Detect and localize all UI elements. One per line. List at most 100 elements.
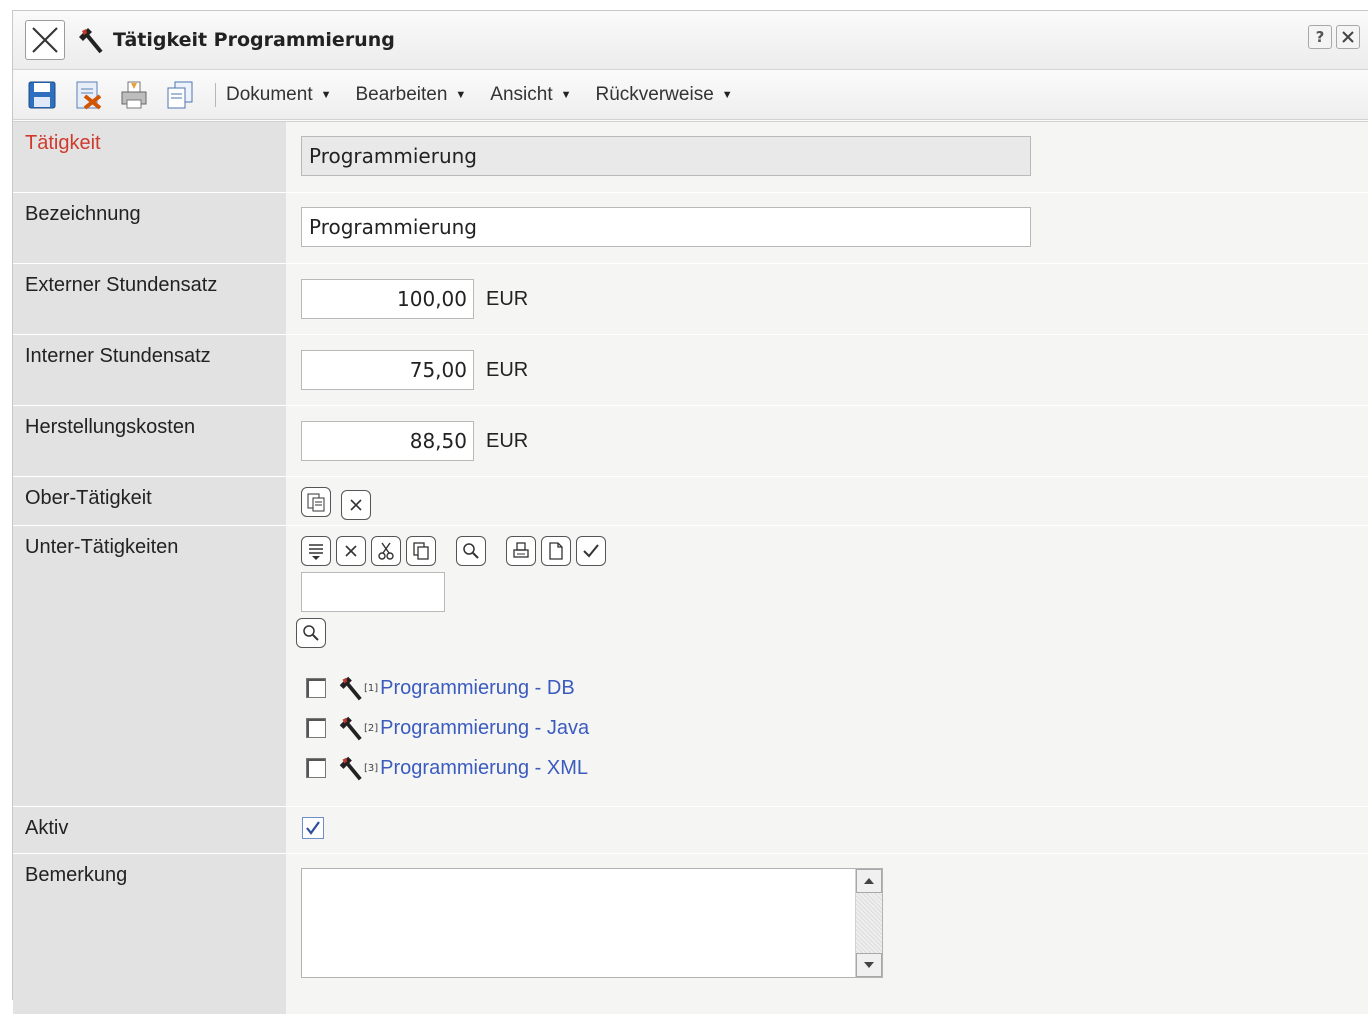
label-extern: Externer Stundensatz: [13, 264, 286, 334]
menu-dokument[interactable]: Dokument ▼: [226, 84, 332, 106]
printer-icon: [513, 542, 529, 558]
child-checkbox[interactable]: [306, 718, 326, 738]
hammer-icon: [339, 716, 362, 741]
list-item: [1] Programmierung - DB: [306, 674, 1353, 702]
label-ober: Ober-Tätigkeit: [13, 477, 286, 525]
arrow-up-icon: [864, 878, 874, 884]
menu-label: Bearbeiten: [355, 83, 448, 105]
child-link[interactable]: Programmierung - XML: [380, 757, 588, 780]
menu-label: Ansicht: [490, 83, 553, 105]
row-extern: Externer Stundensatz EUR: [13, 264, 1368, 335]
remarks-scrollbar[interactable]: [855, 869, 882, 977]
child-checkbox[interactable]: [306, 758, 326, 778]
print-children-button[interactable]: [506, 536, 536, 566]
label-bezeichnung: Bezeichnung: [13, 193, 286, 263]
caret-down-icon: ▼: [320, 88, 332, 101]
aktiv-checkbox[interactable]: [302, 817, 324, 839]
menu-ansicht[interactable]: Ansicht ▼: [490, 84, 571, 106]
copy-document-button[interactable]: [163, 78, 197, 112]
item-index: [1]: [364, 682, 379, 694]
new-child-button[interactable]: [541, 536, 571, 566]
save-close-icon: [76, 81, 102, 110]
paste-icon: [307, 493, 325, 512]
currency-unit: EUR: [486, 287, 529, 310]
copy-child-button[interactable]: [406, 536, 436, 566]
list-item: [2] Programmierung - Java: [306, 714, 1353, 742]
menu-label: Dokument: [226, 83, 313, 105]
cut-child-button[interactable]: [371, 536, 401, 566]
select-parent-button[interactable]: [301, 487, 331, 517]
child-list: [1] Programmierung - DB [2] Programmieru…: [306, 674, 1353, 782]
save-close-button[interactable]: [71, 78, 105, 112]
menu-rueckverweise[interactable]: Rückverweise ▼: [596, 84, 733, 106]
new-document-icon: [549, 542, 563, 560]
toolbar: Dokument ▼ Bearbeiten ▼ Ansicht ▼ Rückverwe…: [13, 70, 1368, 122]
printer-icon: [121, 81, 147, 108]
child-link[interactable]: Programmierung - Java: [380, 717, 589, 740]
child-link[interactable]: Programmierung - DB: [380, 677, 575, 700]
row-intern: Interner Stundensatz EUR: [13, 335, 1368, 406]
child-lookup-button[interactable]: [296, 618, 326, 648]
menu-label: Rückverweise: [595, 83, 714, 105]
help-button[interactable]: ?: [1308, 25, 1332, 49]
row-kosten: Herstellungskosten EUR: [13, 406, 1368, 477]
currency-unit: EUR: [486, 358, 529, 381]
label-aktiv: Aktiv: [13, 807, 286, 853]
remarks-textarea[interactable]: [301, 868, 883, 978]
row-ober: Ober-Tätigkeit: [13, 477, 1368, 526]
hammer-icon: [339, 756, 362, 781]
label-bemerkung: Bemerkung: [13, 854, 286, 1014]
copy-icon: [167, 81, 193, 108]
search-child-button[interactable]: [456, 536, 486, 566]
hammer-icon: [73, 23, 107, 57]
floppy-disk-icon: [28, 81, 56, 108]
item-index: [2]: [364, 722, 379, 734]
label-intern: Interner Stundensatz: [13, 335, 286, 405]
external-rate-input[interactable]: [301, 279, 474, 319]
row-bemerkung: Bemerkung: [13, 854, 1368, 1014]
list-insert-icon: [309, 544, 323, 560]
bezeichnung-input[interactable]: [301, 207, 1031, 247]
item-index: [3]: [364, 762, 379, 774]
close-window-button[interactable]: [25, 20, 65, 60]
save-button[interactable]: [25, 78, 59, 112]
row-aktiv: Aktiv: [13, 807, 1368, 854]
production-cost-input[interactable]: [301, 421, 474, 461]
close-icon: [345, 545, 357, 557]
taetigkeit-input[interactable]: [301, 136, 1031, 176]
close-small-button[interactable]: [1336, 25, 1360, 49]
insert-child-button[interactable]: [301, 536, 331, 566]
caret-down-icon: ▼: [560, 88, 572, 101]
internal-rate-input[interactable]: [301, 350, 474, 390]
arrow-down-icon: [864, 962, 874, 968]
scissors-icon: [378, 542, 394, 560]
list-item: [3] Programmierung - XML: [306, 754, 1353, 782]
clear-parent-button[interactable]: [341, 490, 372, 520]
close-icon: [32, 27, 58, 53]
hammer-icon: [339, 676, 362, 701]
window-title: Tätigkeit Programmierung: [113, 29, 395, 51]
child-checkbox[interactable]: [306, 678, 326, 698]
print-button[interactable]: [117, 78, 151, 112]
remove-child-button[interactable]: [336, 536, 366, 566]
caret-down-icon: ▼: [721, 88, 733, 101]
close-icon: [1342, 31, 1354, 43]
document-window: Tätigkeit Programmierung ? Dokument ▼ Be…: [12, 10, 1368, 1014]
scroll-down-button[interactable]: [856, 953, 882, 977]
scroll-up-button[interactable]: [856, 869, 882, 893]
caret-down-icon: ▼: [455, 88, 467, 101]
row-bezeichnung: Bezeichnung: [13, 193, 1368, 264]
toolbar-separator: [215, 82, 216, 107]
child-search-input[interactable]: [301, 572, 445, 612]
menu-bearbeiten[interactable]: Bearbeiten ▼: [356, 84, 467, 106]
label-unter: Unter-Tätigkeiten: [13, 526, 286, 806]
row-unter: Unter-Tätigkeiten [1] Programmierung - D…: [13, 526, 1368, 807]
magnifier-icon: [463, 543, 479, 559]
label-taetigkeit: Tätigkeit: [13, 122, 286, 192]
currency-unit: EUR: [486, 429, 529, 452]
close-icon: [350, 499, 362, 511]
magnifier-icon: [303, 625, 319, 641]
checkmark-icon: [306, 821, 320, 835]
select-all-children-button[interactable]: [576, 536, 606, 566]
row-taetigkeit: Tätigkeit: [13, 122, 1368, 193]
